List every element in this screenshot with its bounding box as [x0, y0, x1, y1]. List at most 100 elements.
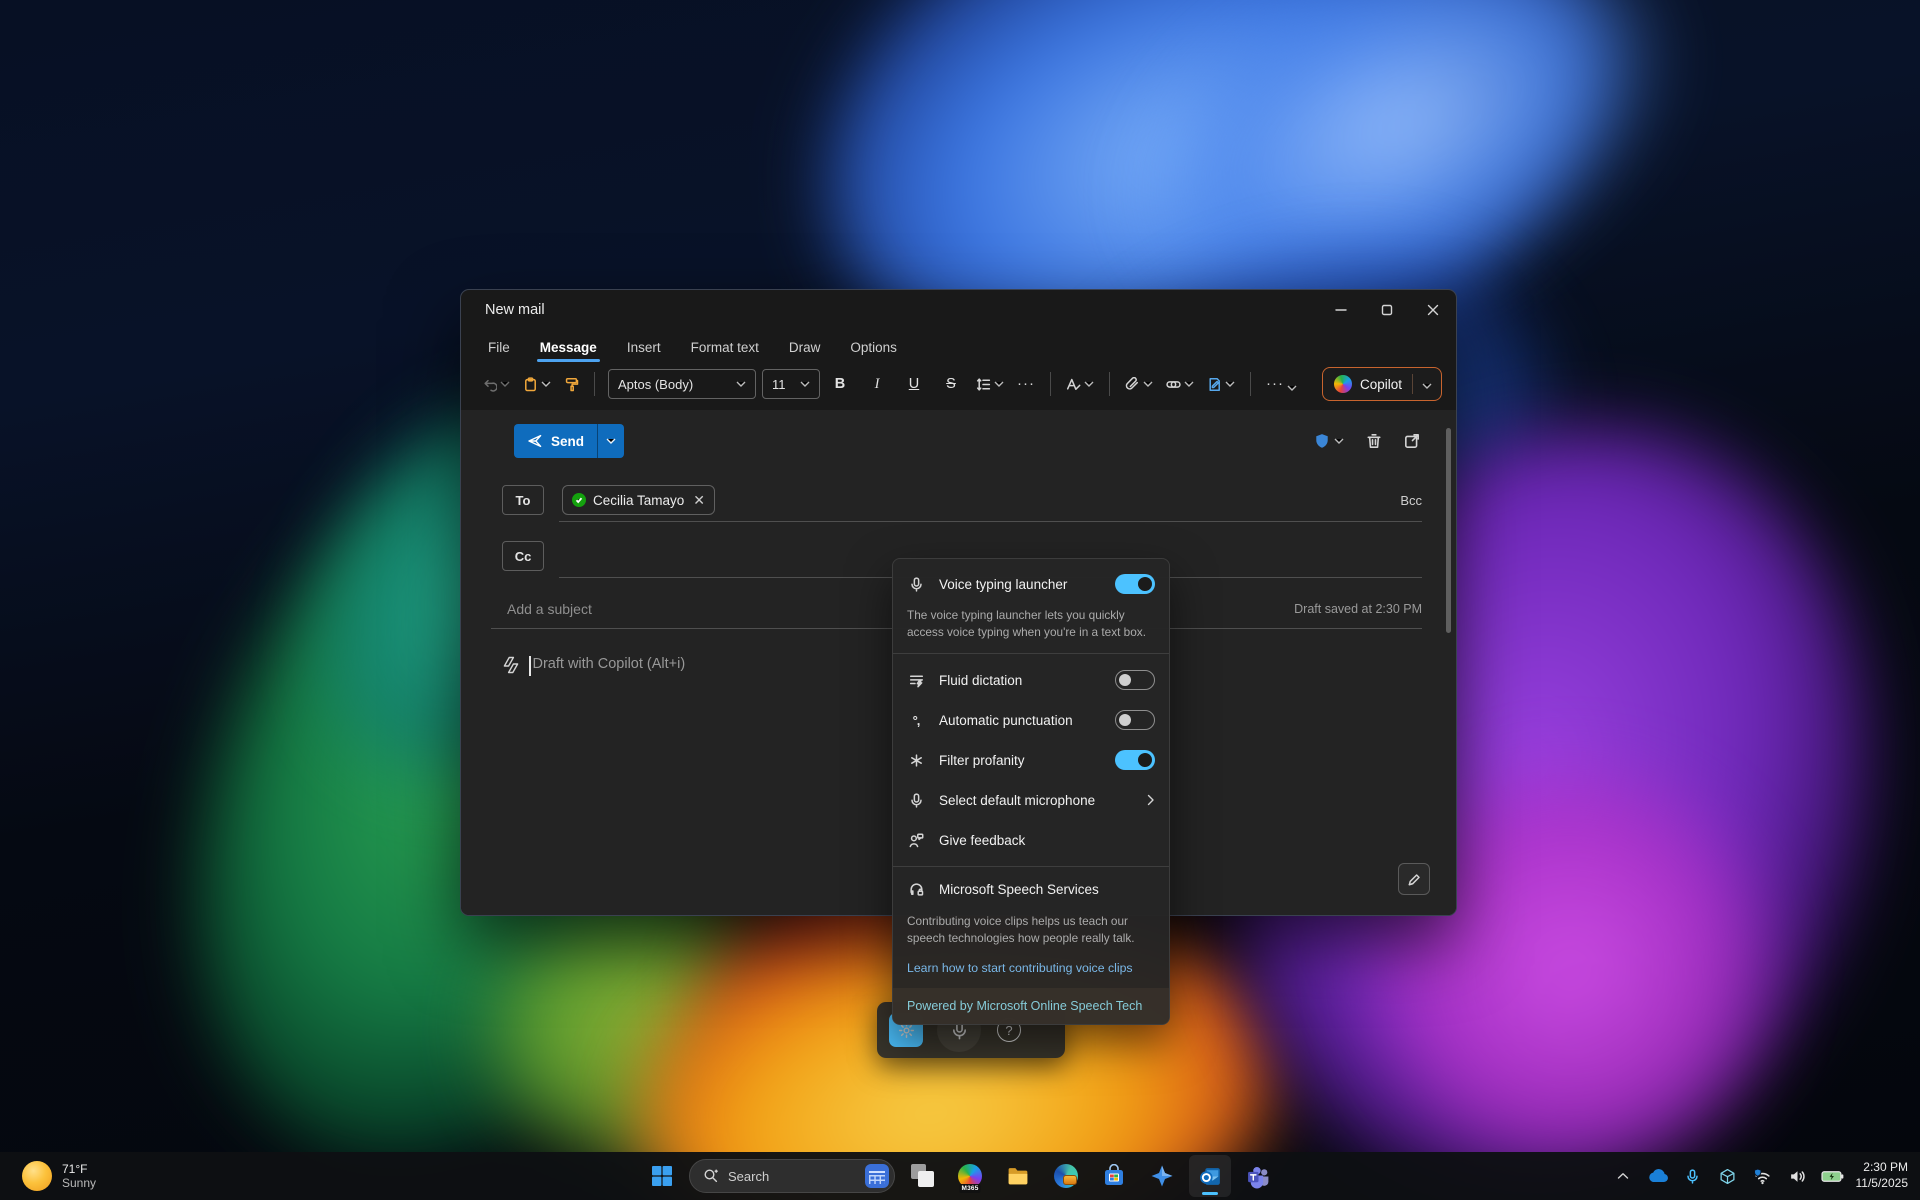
give-feedback-label: Give feedback: [939, 833, 1155, 848]
styles-button[interactable]: [1061, 372, 1099, 397]
contribute-voice-clips-link[interactable]: Learn how to start contributing voice cl…: [893, 959, 1169, 988]
chevron-down-icon: [1225, 381, 1235, 387]
task-view-button[interactable]: [901, 1155, 943, 1197]
line-spacing-button[interactable]: [971, 372, 1009, 397]
onedrive-cloud-icon: [1646, 1168, 1670, 1184]
undo-icon: [482, 377, 497, 392]
m365-copilot-app[interactable]: M365: [949, 1155, 991, 1197]
draw-ink-button[interactable]: [1398, 863, 1430, 895]
outlook-app[interactable]: [1189, 1155, 1231, 1197]
voice-typing-launcher-row[interactable]: Voice typing launcher: [893, 559, 1169, 605]
menu-format-text[interactable]: Format text: [690, 334, 760, 364]
file-explorer-app[interactable]: [997, 1155, 1039, 1197]
open-in-new-window-button[interactable]: [1398, 427, 1426, 455]
minimize-button[interactable]: [1318, 290, 1364, 330]
microsoft-store-app[interactable]: [1093, 1155, 1135, 1197]
automatic-punctuation-label: Automatic punctuation: [939, 713, 1101, 728]
copilot-button[interactable]: Copilot: [1322, 367, 1442, 401]
menu-insert[interactable]: Insert: [626, 334, 662, 364]
voice-typing-launcher-toggle[interactable]: [1115, 574, 1155, 594]
clock[interactable]: 2:30 PM 11/5/2025: [1854, 1160, 1915, 1191]
attach-file-button[interactable]: [1120, 372, 1158, 397]
subject-input[interactable]: Add a subject: [507, 601, 592, 617]
asterisk-icon: [907, 754, 925, 767]
signature-icon: [1207, 377, 1222, 392]
close-button[interactable]: [1410, 290, 1456, 330]
copilot-dropdown[interactable]: [1413, 377, 1441, 392]
send-button[interactable]: Send: [514, 424, 624, 458]
edge-browser-app[interactable]: [1045, 1155, 1087, 1197]
menu-message[interactable]: Message: [539, 334, 598, 364]
font-name-value: Aptos (Body): [618, 377, 693, 392]
m365-badge: M365: [959, 1184, 980, 1193]
fluid-dictation-row[interactable]: Fluid dictation: [893, 660, 1169, 700]
menu-draw[interactable]: Draw: [788, 334, 822, 364]
battery-tray-button[interactable]: [1819, 1156, 1847, 1196]
presence-available-icon: [572, 493, 586, 507]
font-size-select[interactable]: 11: [762, 369, 820, 399]
to-row[interactable]: To Cecilia Tamayo ✕ Bcc: [461, 472, 1456, 528]
microsoft-speech-services-row[interactable]: Microsoft Speech Services: [893, 867, 1169, 911]
strikethrough-button[interactable]: S: [934, 371, 968, 397]
titlebar[interactable]: New mail: [461, 290, 1456, 330]
cc-button[interactable]: Cc: [502, 541, 544, 571]
chevron-down-icon: [606, 438, 616, 444]
more-commands-button[interactable]: ···: [1261, 372, 1302, 396]
teams-app[interactable]: [1237, 1155, 1279, 1197]
feedback-person-icon: [907, 833, 925, 848]
menu-options[interactable]: Options: [849, 334, 898, 364]
shield-icon: [1314, 433, 1330, 449]
microphone-in-use-button[interactable]: [1679, 1156, 1707, 1196]
paste-button[interactable]: [518, 372, 556, 397]
volume-tray-button[interactable]: [1784, 1156, 1812, 1196]
discard-draft-button[interactable]: [1360, 427, 1388, 455]
microsoft-365-icon: [1150, 1164, 1174, 1188]
chevron-down-icon: [1287, 385, 1297, 391]
automatic-punctuation-toggle[interactable]: [1115, 710, 1155, 730]
start-button[interactable]: [641, 1155, 683, 1197]
bold-button[interactable]: B: [823, 371, 857, 397]
close-icon: [1427, 304, 1439, 316]
give-feedback-row[interactable]: Give feedback: [893, 820, 1169, 860]
filter-profanity-row[interactable]: Filter profanity: [893, 740, 1169, 780]
maximize-button[interactable]: [1364, 290, 1410, 330]
onedrive-tray-button[interactable]: [1644, 1156, 1672, 1196]
select-default-microphone-label: Select default microphone: [939, 793, 1133, 808]
window-scrollbar[interactable]: [1446, 422, 1451, 901]
more-paragraph-button[interactable]: ···: [1012, 374, 1040, 394]
undo-button[interactable]: [477, 372, 515, 397]
send-row: Send: [461, 410, 1456, 472]
signature-button[interactable]: [1202, 372, 1240, 397]
microsoft-365-app[interactable]: [1141, 1155, 1183, 1197]
weather-widget[interactable]: 71°F Sunny: [22, 1161, 96, 1191]
underline-button[interactable]: U: [897, 371, 931, 397]
format-painter-button[interactable]: [559, 372, 584, 397]
toolbar-divider: [1250, 372, 1251, 396]
send-label: Send: [551, 434, 584, 449]
battery-charging-icon: [1821, 1170, 1844, 1183]
insert-link-button[interactable]: [1161, 372, 1199, 397]
network-tray-button[interactable]: [1749, 1156, 1777, 1196]
to-button[interactable]: To: [502, 485, 544, 515]
send-options-dropdown[interactable]: [598, 438, 624, 444]
hidden-icons-button[interactable]: [1609, 1156, 1637, 1196]
sensitivity-button[interactable]: [1308, 427, 1350, 455]
clock-time: 2:30 PM: [1856, 1160, 1909, 1176]
italic-button[interactable]: I: [860, 371, 894, 398]
remove-recipient-icon[interactable]: ✕: [693, 492, 705, 509]
scrollbar-thumb[interactable]: [1446, 428, 1451, 633]
select-default-microphone-row[interactable]: Select default microphone: [893, 780, 1169, 820]
fluid-dictation-label: Fluid dictation: [939, 673, 1101, 688]
fluid-dictation-toggle[interactable]: [1115, 670, 1155, 690]
microphone-icon: [907, 793, 925, 808]
game-bar-tray-button[interactable]: [1714, 1156, 1742, 1196]
taskbar-search[interactable]: Search: [689, 1159, 895, 1193]
menu-file[interactable]: File: [487, 334, 511, 364]
bcc-toggle[interactable]: Bcc: [1400, 493, 1422, 508]
recipient-chip[interactable]: Cecilia Tamayo ✕: [562, 485, 715, 515]
system-tray: 2:30 PM 11/5/2025: [1609, 1156, 1915, 1196]
search-highlight-calendar-icon: [865, 1164, 889, 1188]
font-name-select[interactable]: Aptos (Body): [608, 369, 756, 399]
filter-profanity-toggle[interactable]: [1115, 750, 1155, 770]
automatic-punctuation-row[interactable]: °, Automatic punctuation: [893, 700, 1169, 740]
